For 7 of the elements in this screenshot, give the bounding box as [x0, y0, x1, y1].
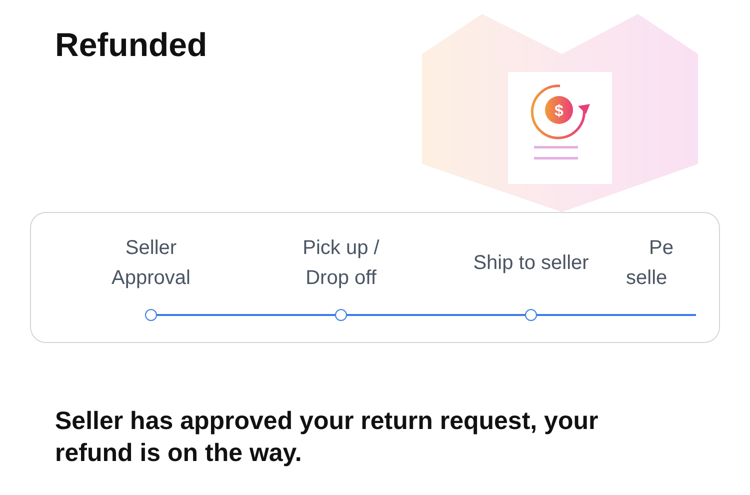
status-message: Seller has approved your return request, your refund is on the way.: [55, 406, 600, 469]
step-label: Pick up / Drop off: [302, 236, 380, 291]
step-label: Ship to seller: [473, 251, 589, 276]
step-label: Seller Approval: [112, 236, 190, 291]
refund-receipt-drawing: $: [422, 14, 698, 212]
step-label: Pe selle: [626, 236, 674, 291]
page-title: Refunded: [55, 25, 208, 65]
